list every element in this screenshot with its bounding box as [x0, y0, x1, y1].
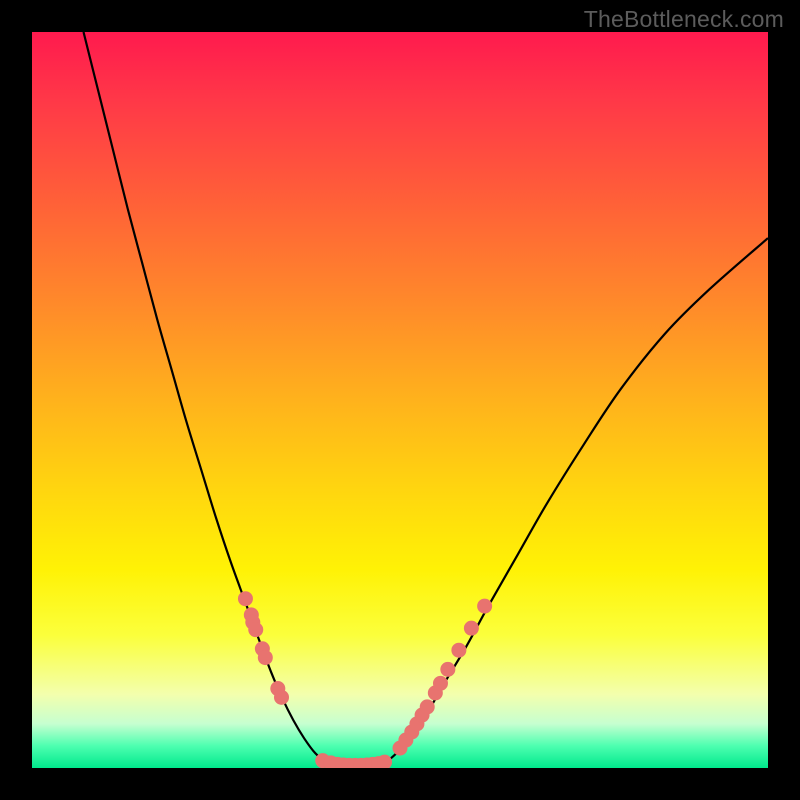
- data-dot: [258, 650, 273, 665]
- data-dot: [440, 662, 455, 677]
- bottleneck-curve-svg: [32, 32, 768, 768]
- data-dot: [248, 622, 263, 637]
- data-dot: [433, 676, 448, 691]
- data-dot: [420, 699, 435, 714]
- bottleneck-curve-path: [84, 32, 768, 766]
- data-dot: [238, 591, 253, 606]
- data-dot: [451, 643, 466, 658]
- data-dot: [274, 690, 289, 705]
- chart-frame: TheBottleneck.com: [0, 0, 800, 800]
- data-dot: [464, 621, 479, 636]
- data-dots-group: [238, 591, 492, 768]
- data-dot: [477, 599, 492, 614]
- watermark-text: TheBottleneck.com: [584, 6, 784, 33]
- plot-area: [32, 32, 768, 768]
